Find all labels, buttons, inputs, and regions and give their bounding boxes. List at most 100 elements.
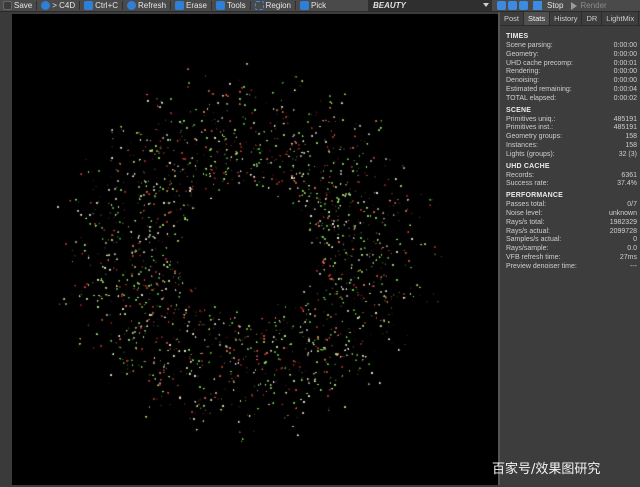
- stat-value: 0:00:04: [613, 85, 637, 93]
- render-label[interactable]: Render: [580, 1, 606, 10]
- chevron-down-icon: [483, 3, 489, 7]
- tab-post[interactable]: Post: [500, 12, 525, 25]
- tools-button[interactable]: Tools: [213, 0, 249, 11]
- toolbar-divider: [210, 1, 212, 10]
- copy-button[interactable]: Ctrl+C: [81, 0, 121, 11]
- region-button[interactable]: Region: [252, 0, 294, 11]
- to-c4d-button[interactable]: > C4D: [38, 0, 78, 11]
- stat-label: Denoising:: [506, 77, 540, 85]
- stat-row: Samples/s actual: 0: [506, 236, 637, 245]
- toolbar-divider: [122, 1, 124, 10]
- stat-value: unknown: [608, 209, 637, 217]
- pick-button[interactable]: Pick: [297, 0, 329, 11]
- stat-label: Samples/s actual:: [506, 236, 562, 244]
- stat-row: Rays/s total: 1982329: [506, 219, 637, 228]
- stat-row: Scene parsing: 0:00:00: [506, 42, 637, 51]
- copy-icon: [84, 1, 94, 10]
- erase-label: Erase: [186, 1, 207, 10]
- tab-history[interactable]: History: [550, 12, 583, 25]
- tab-stats[interactable]: Stats: [524, 12, 551, 25]
- c4d-icon: [41, 1, 51, 10]
- right-toolbar: Stop Render: [496, 0, 607, 11]
- stat-value: 0.0: [627, 245, 637, 253]
- stat-label: Rays/s total:: [506, 218, 545, 226]
- pick-icon: [300, 1, 309, 10]
- stat-label: TOTAL elapsed:: [506, 94, 557, 102]
- stat-value: 1982329: [609, 218, 637, 226]
- render-viewport[interactable]: [12, 14, 498, 485]
- stat-label: Noise level:: [506, 209, 543, 217]
- to-c4d-label: > C4D: [52, 1, 76, 10]
- channel-select[interactable]: BEAUTY: [368, 0, 492, 11]
- stat-value: 158: [625, 141, 637, 149]
- tab-dr[interactable]: DR: [582, 12, 603, 25]
- stat-label: Lights (groups):: [506, 150, 555, 158]
- save-icon: [3, 1, 12, 10]
- zoom-fit-icon[interactable]: [519, 1, 528, 10]
- toolbar-divider: [79, 1, 81, 10]
- stat-label: VFB refresh time:: [506, 253, 561, 261]
- section-title-scene: SCENE: [506, 106, 532, 114]
- stat-row: Geometry groups: 158: [506, 133, 637, 142]
- section-title-performance: PERFORMANCE: [506, 192, 564, 200]
- stat-value: 485191: [613, 124, 637, 132]
- region-label: Region: [265, 1, 291, 10]
- stat-value: 0/7: [627, 201, 637, 209]
- copy-label: Ctrl+C: [95, 1, 119, 10]
- save-label: Save: [14, 1, 33, 10]
- stat-label: Scene parsing:: [506, 42, 553, 49]
- stat-value: 0:00:02: [613, 94, 637, 102]
- refresh-button[interactable]: Refresh: [124, 0, 169, 11]
- stat-label: UHD cache precomp:: [506, 59, 573, 67]
- erase-icon: [175, 1, 185, 10]
- stat-label: Rays/s actual:: [506, 227, 550, 235]
- stat-label: Preview denoiser time:: [506, 262, 577, 270]
- stat-label: Primitives uniq.:: [506, 115, 556, 123]
- zoom-in-icon[interactable]: [497, 1, 506, 10]
- save-button[interactable]: Save: [0, 0, 35, 11]
- stat-row: Denoising: 0:00:00: [506, 77, 637, 86]
- stat-value: 0:00:00: [613, 68, 637, 76]
- zoom-out-icon[interactable]: [508, 1, 517, 10]
- stat-row: Preview denoiser time: ---: [506, 263, 637, 272]
- stat-label: Rendering:: [506, 68, 541, 76]
- stat-value: 27ms: [619, 253, 637, 261]
- tab-lightmix[interactable]: LightMix: [602, 12, 640, 25]
- stat-row: Estimated remaining: 0:00:04: [506, 86, 637, 95]
- stat-row: Rays/sample: 0.0: [506, 245, 637, 254]
- stop-icon[interactable]: [533, 1, 542, 10]
- stat-row: Geometry: 0:00:00: [506, 51, 637, 60]
- refresh-icon: [127, 1, 137, 10]
- stat-row: Lights (groups): 32 (3): [506, 151, 637, 160]
- panel-tabs: Post Stats History DR LightMix: [500, 12, 640, 26]
- stat-label: Instances:: [506, 141, 538, 149]
- stat-row: Primitives uniq.: 485191: [506, 116, 637, 125]
- section-title-times: TIMES: [506, 33, 529, 40]
- stat-value: 2099728: [609, 227, 637, 235]
- stop-button[interactable]: Stop: [545, 0, 565, 11]
- stat-row: Rendering: 0:00:00: [506, 68, 637, 77]
- stat-row: Noise level: unknown: [506, 210, 637, 219]
- stat-label: Success rate:: [506, 180, 549, 188]
- stat-value: 0:00:00: [613, 50, 637, 58]
- refresh-label: Refresh: [138, 1, 167, 10]
- render-play-icon[interactable]: [571, 1, 578, 10]
- stat-row: Records: 6361: [506, 172, 637, 181]
- stat-label: Geometry:: [506, 50, 539, 58]
- tools-icon: [215, 1, 225, 10]
- pick-label: Pick: [311, 1, 327, 10]
- stat-label: Passes total:: [506, 201, 547, 209]
- stat-row: Primitives inst.: 485191: [506, 124, 637, 133]
- stat-value: 0: [633, 236, 637, 244]
- stat-value: 0:00:00: [613, 77, 637, 85]
- erase-button[interactable]: Erase: [172, 0, 210, 11]
- toolbar-divider: [249, 1, 251, 10]
- stat-label: Geometry groups:: [506, 133, 563, 141]
- stats-panel: TIMES Scene parsing: 0:00:00 Geometry: 0:00:…: [500, 26, 640, 272]
- stat-value: 485191: [613, 115, 637, 123]
- stop-label: Stop: [547, 1, 564, 10]
- stat-label: Rays/sample:: [506, 245, 549, 253]
- region-icon: [254, 1, 264, 10]
- viewport-gutter: [0, 12, 12, 485]
- tools-label: Tools: [226, 1, 246, 10]
